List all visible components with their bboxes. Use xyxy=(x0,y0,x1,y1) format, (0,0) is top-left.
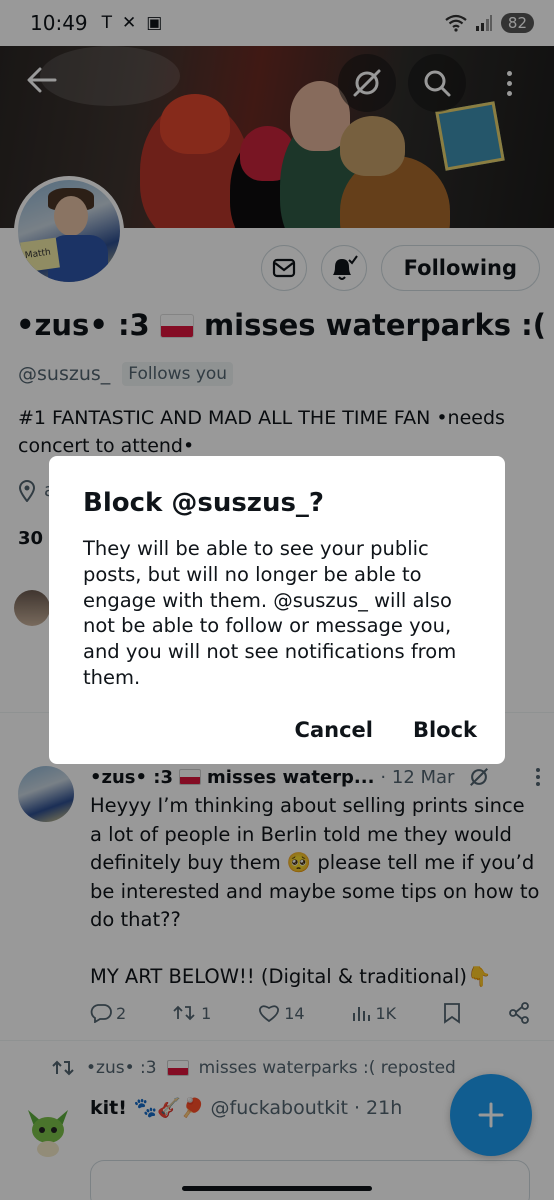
dialog-title: Block @suszus_? xyxy=(83,488,325,518)
dialog-message: They will be able to see your public pos… xyxy=(83,537,457,689)
cancel-button[interactable]: Cancel xyxy=(295,718,373,742)
block-dialog: Block @suszus_? They will be able to see… xyxy=(49,456,505,764)
block-button[interactable]: Block xyxy=(413,718,477,742)
dialog-actions: Cancel Block xyxy=(295,718,477,742)
